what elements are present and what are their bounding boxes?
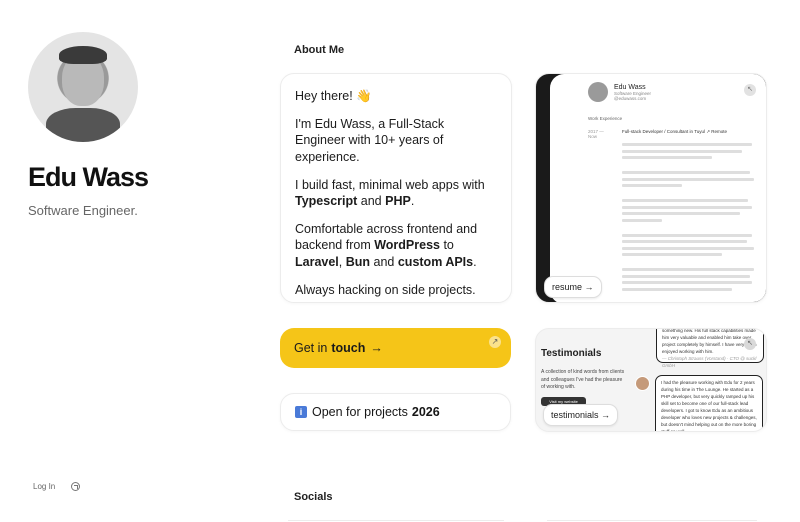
resume-job: Full-stack Developer / Consultant in Tuy… [622, 129, 728, 134]
login-icon [71, 482, 81, 491]
testimonial-avatar [635, 376, 650, 391]
about-range: Comfortable across frontend and backend … [295, 221, 478, 269]
resume-contact: @eduwass.com [614, 95, 647, 101]
projects-year: 2026 [411, 405, 440, 419]
about-greeting: Hey there! 👋 [295, 89, 372, 103]
projects-label: Open for projects [312, 405, 408, 419]
expand-icon[interactable]: ↖ [744, 338, 756, 350]
testimonial-quote: I had the pleasure working with Edu for … [655, 375, 763, 432]
resume-avatar [588, 82, 608, 102]
arrow-right-icon: → [370, 341, 383, 355]
login-link[interactable]: Log In [33, 482, 81, 491]
resume-name: Edu Wass [614, 83, 646, 91]
resume-section-title: Work Experience [588, 116, 623, 121]
about-stack: I build fast, minimal web apps with Type… [295, 177, 485, 209]
testimonials-title: Testimonials [541, 348, 602, 359]
profile-role: Software Engineer. [28, 203, 138, 218]
info-icon: i [295, 406, 307, 418]
avatar [28, 32, 138, 142]
divider [288, 520, 504, 521]
testimonials-desc: A collection of kind words from clients … [541, 369, 625, 390]
about-heading: About Me [294, 44, 345, 56]
resume-preview: Edu Wass Software Engineer @eduwass.com … [550, 74, 766, 302]
about-card: Hey there! 👋 I'm Edu Wass, a Full-Stack … [280, 73, 512, 303]
testimonials-button[interactable]: testimonials → [543, 404, 619, 426]
get-in-touch-button[interactable]: Get in touch → ↗ [280, 328, 511, 368]
resume-date: 2017 — Now [588, 129, 604, 139]
about-intro: I'm Edu Wass, a Full-Stack Engineer with… [295, 116, 445, 164]
resume-button[interactable]: resume → [544, 276, 602, 298]
open-for-projects-badge: i Open for projects 2026 [280, 393, 511, 431]
resume-title: Software Engineer [614, 90, 652, 96]
socials-heading: Socials [294, 491, 333, 503]
profile-sidebar: Edu Wass Software Engineer. [28, 32, 228, 218]
resume-text-lines [622, 143, 758, 291]
expand-icon[interactable]: ↖ [744, 84, 756, 96]
touch-label-bold: touch [331, 341, 366, 355]
resume-card[interactable]: Edu Wass Software Engineer @eduwass.com … [535, 73, 767, 303]
testimonials-card[interactable]: Testimonials A collection of kind words … [535, 328, 767, 432]
divider [547, 520, 757, 521]
quote-text: I had the pleasure working with Edu for … [661, 380, 757, 432]
quote-text: something new. His full stack capabiliti… [662, 328, 757, 354]
profile-name: Edu Wass [28, 162, 149, 192]
arrow-up-right-icon: ↗ [489, 336, 501, 348]
touch-label: Get in [294, 341, 328, 355]
quote-author: — Christoph Strauss (Vorstand) · CTO @ s… [662, 355, 757, 368]
login-label: Log In [33, 482, 56, 491]
about-hobby: Always hacking on side projects. [295, 282, 476, 297]
